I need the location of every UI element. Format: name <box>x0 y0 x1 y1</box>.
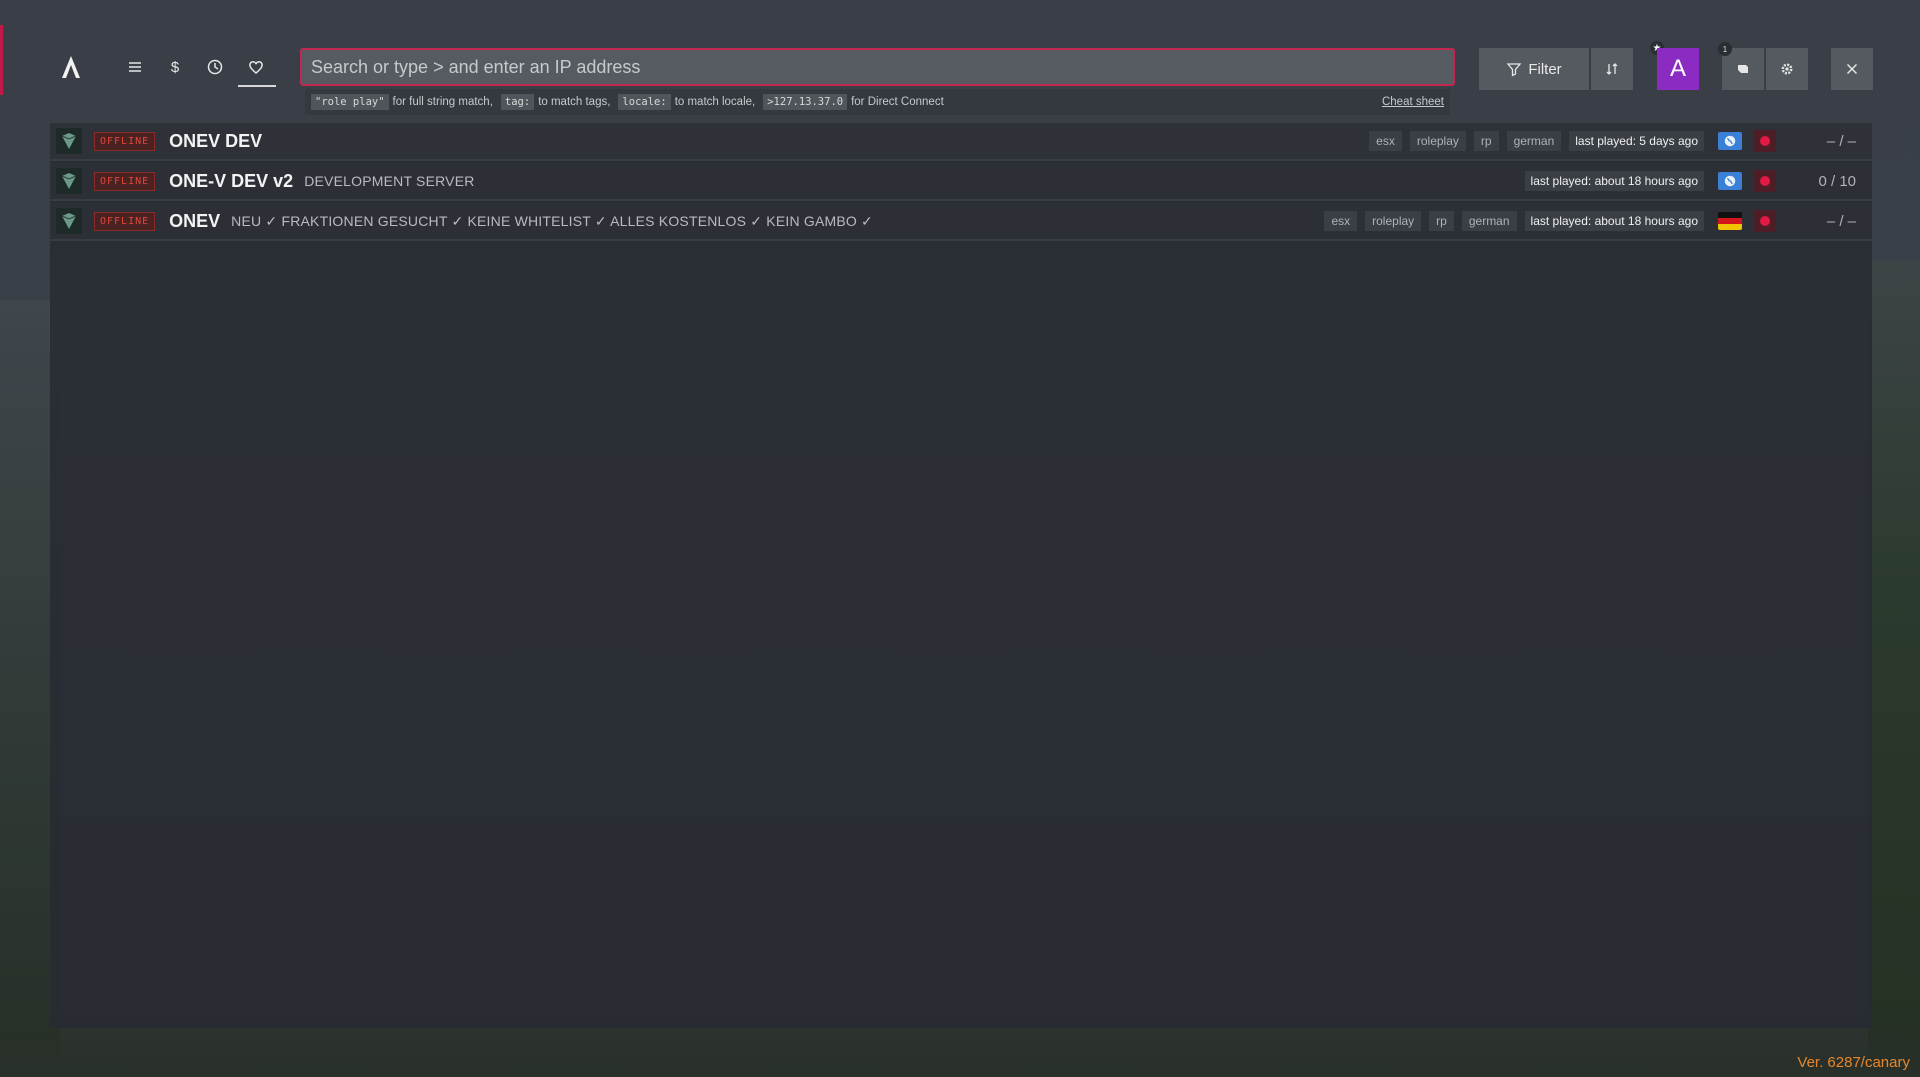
favorite-dot-icon <box>1760 136 1770 146</box>
server-tag[interactable]: rp <box>1473 131 1499 151</box>
close-icon <box>1846 63 1858 75</box>
search-input[interactable] <box>302 50 1453 84</box>
globe-icon <box>1718 172 1742 190</box>
server-name: ONEV DEV <box>169 130 263 151</box>
favorite-toggle[interactable] <box>1754 130 1776 152</box>
server-tag[interactable]: german <box>1461 211 1517 231</box>
background-scenery-bottom <box>0 1027 1920 1077</box>
all-servers-icon[interactable] <box>124 56 146 78</box>
filter-button[interactable]: Filter <box>1479 48 1589 90</box>
flag-de-icon <box>1718 212 1742 230</box>
hint-code: tag: <box>500 94 535 110</box>
search-hints: "role play" for full string match, tag: to… <box>305 89 1450 115</box>
close-button[interactable] <box>1831 48 1873 90</box>
status-badge: OFFLINE <box>94 131 156 151</box>
avatar-letter: A <box>1669 55 1686 82</box>
status-badge: OFFLINE <box>94 171 156 191</box>
search-box <box>300 48 1455 86</box>
hint-code: "role play" <box>311 94 389 110</box>
notifications-button[interactable]: 1 <box>1718 42 1764 90</box>
server-icon <box>56 208 82 234</box>
player-count: 0 / 10 <box>1818 172 1856 190</box>
status-badge: OFFLINE <box>94 211 156 231</box>
background-scenery-right <box>1868 260 1920 1077</box>
settings-button[interactable] <box>1766 48 1808 90</box>
server-tag[interactable]: roleplay <box>1365 211 1422 231</box>
favorites-icon[interactable] <box>245 56 267 78</box>
server-tag[interactable]: esx <box>1369 131 1402 151</box>
avatar[interactable]: A <box>1657 48 1699 90</box>
server-icon <box>56 128 82 154</box>
favorite-dot-icon <box>1760 176 1770 186</box>
server-row[interactable]: OFFLINE ONEV NEU ✓ FRAKTIONEN GESUCHT ✓ … <box>50 203 1872 241</box>
server-tag[interactable]: german <box>1506 131 1562 151</box>
last-played: last played: about 18 hours ago <box>1524 211 1704 231</box>
hint-code: locale: <box>618 94 671 110</box>
server-tag[interactable]: roleplay <box>1409 131 1466 151</box>
globe-icon <box>1718 132 1742 150</box>
hint-text: to match tags, <box>538 96 611 108</box>
hint-text: for full string match, <box>392 96 493 108</box>
server-tag[interactable]: rp <box>1429 211 1454 231</box>
top-bar: $ Filter ★ A 1 <box>0 41 1920 90</box>
version-label: Ver. 6287/canary <box>1797 1054 1910 1071</box>
gear-icon <box>1781 63 1793 75</box>
server-row[interactable]: OFFLINE ONE-V DEV v2 DEVELOPMENT SERVER … <box>50 163 1872 201</box>
supporters-icon[interactable]: $ <box>164 56 186 78</box>
favorite-toggle[interactable] <box>1754 210 1776 232</box>
server-name: ONEV <box>169 210 221 231</box>
server-name: ONE-V DEV v2 <box>169 170 294 191</box>
cheat-sheet-link[interactable]: Cheat sheet <box>1382 96 1444 108</box>
favorite-dot-icon <box>1760 216 1770 226</box>
server-tag[interactable]: esx <box>1324 211 1358 231</box>
notification-count: 1 <box>1718 42 1732 56</box>
server-row[interactable]: OFFLINE ONEV DEV esx roleplay rp german … <box>50 123 1872 161</box>
hint-text: to match locale, <box>674 96 756 108</box>
active-tab-indicator <box>238 85 276 87</box>
server-list: OFFLINE ONEV DEV esx roleplay rp german … <box>50 123 1872 1028</box>
server-icon <box>56 168 82 194</box>
filter-label: Filter <box>1528 60 1562 78</box>
history-icon[interactable] <box>204 56 226 78</box>
filter-icon <box>1506 63 1522 77</box>
hint-code: >127.13.37.0 <box>763 94 848 110</box>
sort-icon <box>1606 63 1618 75</box>
sort-button[interactable] <box>1591 48 1633 90</box>
app-logo-icon[interactable] <box>58 54 84 80</box>
server-description: DEVELOPMENT SERVER <box>304 173 475 189</box>
player-count: – / – <box>1826 132 1856 150</box>
player-count: – / – <box>1826 212 1856 230</box>
hint-text: for Direct Connect <box>851 96 944 108</box>
last-played: last played: about 18 hours ago <box>1524 171 1704 191</box>
server-description: NEU ✓ FRAKTIONEN GESUCHT ✓ KEINE WHITELI… <box>231 212 873 229</box>
last-played: last played: 5 days ago <box>1569 131 1704 151</box>
changelog-icon <box>1738 65 1748 73</box>
favorite-toggle[interactable] <box>1754 170 1776 192</box>
